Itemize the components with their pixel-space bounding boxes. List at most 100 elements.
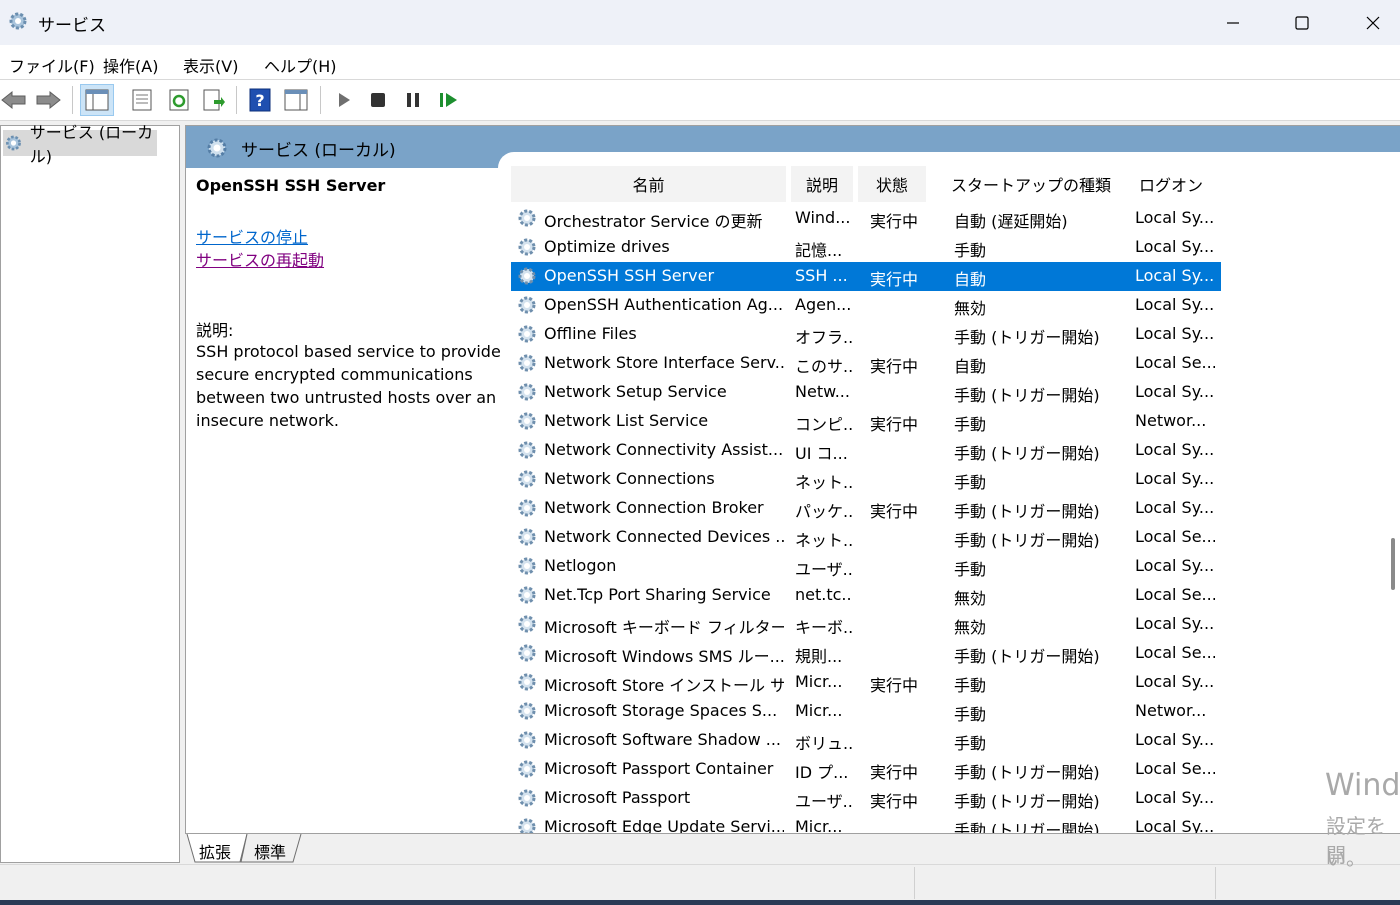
start-service-button[interactable] — [330, 86, 358, 114]
forward-button[interactable] — [34, 86, 62, 114]
service-row[interactable]: Offline Files オフラ... 手動 (トリガー開始) Local Sy..… — [511, 320, 1221, 349]
tab-standard[interactable]: 標準 — [254, 839, 286, 863]
service-row[interactable]: Microsoft Edge Update Servi... Micr... 手動 … — [511, 813, 1221, 833]
service-gear-icon — [518, 557, 536, 575]
service-desc-cell: SSH ... — [795, 266, 848, 285]
show-hide-console-tree-button[interactable] — [80, 84, 114, 116]
service-gear-icon — [518, 209, 536, 227]
stop-service-button[interactable] — [364, 86, 392, 114]
service-row[interactable]: Network Setup Service Netw... 手動 (トリガー開始) L… — [511, 378, 1221, 407]
pause-service-button[interactable] — [399, 86, 427, 114]
services-gear-icon — [207, 138, 227, 158]
column-header-description[interactable]: 説明 — [791, 166, 853, 202]
status-divider — [1215, 867, 1216, 899]
service-row[interactable]: OpenSSH SSH Server SSH ... 実行中 自動 Local Sy..… — [511, 262, 1221, 291]
service-row[interactable]: Netlogon ユーザ... 手動 Local Sy... — [511, 552, 1221, 581]
service-logon-cell: Local Se... — [1135, 353, 1215, 372]
service-row[interactable]: Microsoft Passport ユーザ... 実行中 手動 (トリガー開始) Lo… — [511, 784, 1221, 813]
service-desc-cell: net.tc... — [795, 585, 853, 604]
play-icon — [339, 93, 350, 107]
service-startup-cell: 手動 (トリガー開始) — [954, 821, 1100, 833]
export-list-icon — [203, 89, 225, 111]
service-desc-cell: オフラ... — [795, 328, 853, 347]
service-desc-cell: ID プ... — [795, 763, 849, 782]
service-logon-cell: Local Se... — [1135, 643, 1215, 662]
service-row[interactable]: Microsoft Store インストール サ... Micr... 実行中 手動 L… — [511, 668, 1221, 697]
help-button[interactable]: ? — [246, 86, 274, 114]
back-arrow-icon — [1, 90, 26, 110]
column-header-label: 説明 — [805, 176, 838, 195]
close-button[interactable] — [1338, 0, 1400, 45]
service-row[interactable]: Microsoft キーボード フィルター キーボ... 無効 Local Sy... — [511, 610, 1221, 639]
column-header-status[interactable]: 状態 — [858, 166, 926, 202]
service-name-cell: Network Connection Broker — [544, 498, 764, 517]
menu-file[interactable]: ファイル(F) — [9, 53, 95, 77]
properties-button[interactable] — [128, 86, 156, 114]
service-startup-cell: 自動 — [954, 357, 987, 376]
service-startup-cell: 手動 — [954, 676, 987, 695]
service-startup-cell: 自動 (遅延開始) — [954, 212, 1068, 231]
service-startup-cell: 無効 — [954, 589, 987, 608]
service-name-cell: Microsoft Software Shadow ... — [544, 730, 781, 749]
service-name-cell: Network Connectivity Assist... — [544, 440, 784, 459]
svg-text:?: ? — [255, 91, 264, 110]
back-button[interactable] — [0, 86, 28, 114]
service-desc-cell: Micr... — [795, 817, 843, 833]
service-desc-cell: Micr... — [795, 672, 843, 691]
column-header-startup-type[interactable]: スタートアップの種類 — [931, 166, 1131, 202]
pause-icon — [407, 93, 419, 107]
maximize-button[interactable] — [1267, 0, 1337, 45]
service-status-cell: 実行中 — [870, 357, 919, 376]
service-row[interactable]: Optimize drives 記憶... 手動 Local Sy... — [511, 233, 1221, 262]
service-row[interactable]: Microsoft Storage Spaces S... Micr... 手動 Ne… — [511, 697, 1221, 726]
service-row[interactable]: Network Connections ネット... 手動 Local Sy... — [511, 465, 1221, 494]
menu-action[interactable]: 操作(A) — [103, 53, 158, 77]
service-row[interactable]: Network List Service コンピ... 実行中 手動 Networ... — [511, 407, 1221, 436]
service-desc-cell: Wind... — [795, 208, 851, 227]
service-startup-cell: 手動 — [954, 241, 987, 260]
tree-node-services-local[interactable]: サービス (ローカル) — [3, 123, 157, 166]
restart-service-button[interactable] — [434, 86, 462, 114]
menu-help[interactable]: ヘルプ(H) — [264, 53, 337, 77]
menu-view[interactable]: 表示(V) — [183, 53, 238, 77]
service-row[interactable]: Microsoft Passport Container ID プ... 実行中 手動… — [511, 755, 1221, 784]
stop-service-link[interactable]: サービスの停止 — [196, 224, 308, 248]
service-row[interactable]: Microsoft Windows SMS ルー... 規則... 手動 (トリガー… — [511, 639, 1221, 668]
service-gear-icon — [518, 673, 536, 691]
refresh-button[interactable] — [165, 86, 193, 114]
service-desc-cell: キーボ... — [795, 618, 853, 637]
service-desc-cell: UI コ... — [795, 444, 848, 463]
service-row[interactable]: Net.Tcp Port Sharing Service net.tc... 無効 L… — [511, 581, 1221, 610]
service-row[interactable]: Network Connected Devices ... ネット... 手動 (ト… — [511, 523, 1221, 552]
toolbar-separator — [72, 86, 73, 114]
service-logon-cell: Local Sy... — [1135, 469, 1215, 488]
column-header-name[interactable]: 名前 — [511, 166, 786, 202]
vertical-scrollbar-thumb[interactable] — [1391, 538, 1395, 590]
service-row[interactable]: Network Connectivity Assist... UI コ... 手動 … — [511, 436, 1221, 465]
export-list-button[interactable] — [200, 86, 228, 114]
service-logon-cell: Local Sy... — [1135, 817, 1215, 833]
minimize-button[interactable] — [1198, 0, 1268, 45]
service-row[interactable]: Microsoft Software Shadow ... ボリュ... 手動 Loc… — [511, 726, 1221, 755]
service-name-cell: Microsoft Storage Spaces S... — [544, 701, 778, 720]
service-gear-icon — [518, 296, 536, 314]
service-status-cell: 実行中 — [870, 792, 919, 811]
service-gear-icon — [518, 354, 536, 372]
service-gear-icon — [518, 412, 536, 430]
action-pane-button[interactable] — [282, 86, 310, 114]
service-name-cell: Microsoft キーボード フィルター — [544, 618, 784, 637]
service-row[interactable]: Network Connection Broker パッケ... 実行中 手動 (トリ… — [511, 494, 1221, 523]
minimize-icon — [1227, 21, 1239, 24]
toolbar-separator — [320, 86, 321, 114]
service-row[interactable]: Orchestrator Service の更新 Wind... 実行中 自動 (遅延… — [511, 204, 1221, 233]
service-row[interactable]: OpenSSH Authentication Ag... Agen... 無効 Loc… — [511, 291, 1221, 320]
restart-service-link[interactable]: サービスの再起動 — [196, 247, 324, 271]
column-header-logon[interactable]: ログオン — [1136, 166, 1206, 202]
status-divider — [914, 867, 915, 899]
tab-extended[interactable]: 拡張 — [199, 839, 231, 863]
service-desc-cell: Agen... — [795, 295, 852, 314]
service-name-cell: Microsoft Passport — [544, 788, 691, 807]
window-title: サービス — [38, 16, 106, 36]
service-logon-cell: Local Sy... — [1135, 266, 1215, 285]
service-row[interactable]: Network Store Interface Serv... このサ... 実行中… — [511, 349, 1221, 378]
